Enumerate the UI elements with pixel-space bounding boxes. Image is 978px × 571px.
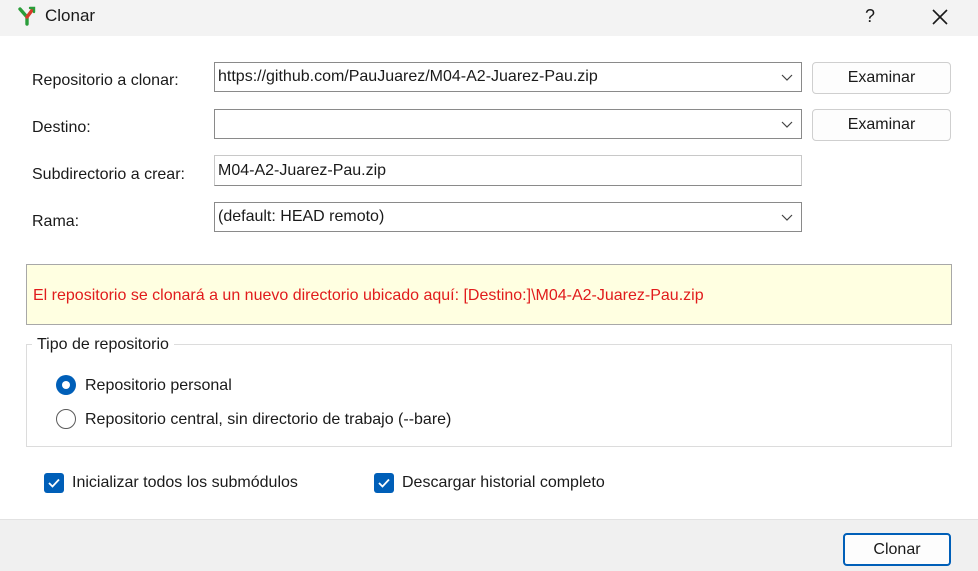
repo-type-legend: Tipo de repositorio — [32, 336, 174, 354]
close-icon[interactable] — [926, 3, 954, 31]
chevron-down-icon — [781, 121, 793, 128]
radio-personal-repo[interactable] — [56, 375, 76, 395]
branch-combobox[interactable]: (default: HEAD remoto) — [214, 202, 802, 232]
checkmark-icon — [378, 478, 390, 488]
full-history-checkbox[interactable] — [374, 473, 394, 493]
repo-type-group — [26, 344, 952, 447]
radio-bare-label[interactable]: Repositorio central, sin directorio de t… — [85, 411, 451, 429]
repo-url-value: https://github.com/PauJuarez/M04-A2-Juar… — [218, 68, 598, 85]
help-button[interactable]: ? — [858, 4, 882, 28]
title-bar: Clonar ? — [0, 0, 978, 36]
subdirectory-label: Subdirectorio a crear: — [32, 166, 185, 183]
destination-label: Destino: — [32, 119, 91, 136]
clone-button[interactable]: Clonar — [843, 533, 951, 566]
repo-url-combobox[interactable]: https://github.com/PauJuarez/M04-A2-Juar… — [214, 62, 802, 92]
clone-path-info: El repositorio se clonará a un nuevo dir… — [26, 264, 952, 325]
dialog-footer: Clonar — [0, 519, 978, 571]
init-submodules-checkbox[interactable] — [44, 473, 64, 493]
branch-value: (default: HEAD remoto) — [218, 208, 385, 225]
radio-bare-repo[interactable] — [56, 409, 76, 429]
chevron-down-icon — [781, 74, 793, 81]
browse-repo-button[interactable]: Examinar — [812, 62, 951, 94]
init-submodules-label[interactable]: Inicializar todos los submódulos — [72, 474, 298, 492]
full-history-label[interactable]: Descargar historial completo — [402, 474, 605, 492]
subdirectory-input[interactable]: M04-A2-Juarez-Pau.zip — [214, 155, 802, 186]
destination-combobox[interactable] — [214, 109, 802, 139]
git-branch-icon — [18, 6, 36, 26]
branch-label: Rama: — [32, 213, 80, 230]
browse-destination-button[interactable]: Examinar — [812, 109, 951, 141]
radio-personal-label[interactable]: Repositorio personal — [85, 377, 232, 395]
chevron-down-icon — [781, 214, 793, 221]
repo-label: Repositorio a clonar: — [32, 72, 179, 89]
window-title: Clonar — [45, 6, 96, 25]
checkmark-icon — [48, 478, 60, 488]
subdirectory-value: M04-A2-Juarez-Pau.zip — [218, 162, 387, 179]
clone-dialog: Clonar ? Repositorio a clonar: https://g… — [0, 0, 978, 571]
